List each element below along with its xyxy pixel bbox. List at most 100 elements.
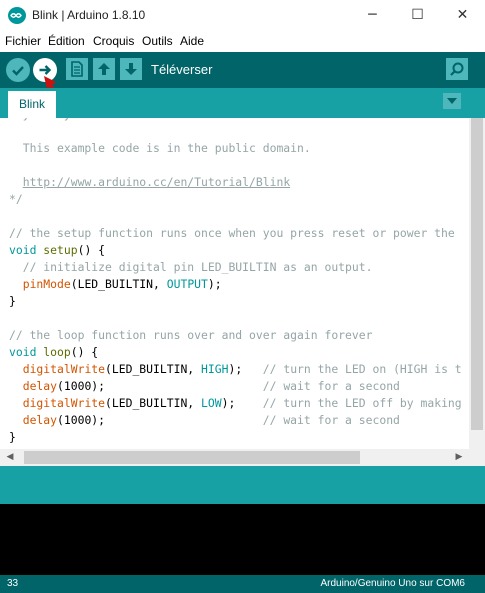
maximize-button[interactable]: ☐ bbox=[395, 0, 440, 30]
title-bar: Blink | Arduino 1.8.10 ─ ☐ ✕ bbox=[0, 0, 485, 30]
code-token: // turn the LED off by making bbox=[262, 396, 462, 410]
arduino-logo-icon bbox=[8, 7, 26, 24]
code-line: } bbox=[9, 429, 462, 446]
close-button[interactable]: ✕ bbox=[440, 0, 485, 30]
tab-bar: Blink bbox=[0, 88, 485, 118]
verify-button[interactable] bbox=[6, 58, 30, 82]
open-icon bbox=[98, 63, 110, 75]
code-line: This example code is in the public domai… bbox=[9, 140, 462, 157]
scrollbar-corner bbox=[469, 449, 485, 466]
code-line: void setup() { bbox=[9, 242, 462, 259]
code-token: // wait for a second bbox=[262, 413, 400, 427]
code-token: pinMode bbox=[22, 277, 71, 291]
code-token: setup bbox=[43, 243, 78, 257]
serial-monitor-button[interactable] bbox=[446, 58, 468, 80]
code-token: (LED_BUILTIN, bbox=[105, 396, 202, 410]
window-title: Blink | Arduino 1.8.10 bbox=[32, 8, 146, 22]
save-icon bbox=[125, 63, 137, 75]
scroll-right-arrow-icon[interactable]: ▶ bbox=[451, 449, 467, 466]
toolbar: Téléverser bbox=[0, 52, 485, 88]
code-line: delay(1000); // wait for a second bbox=[9, 412, 462, 429]
chevron-down-icon bbox=[447, 98, 457, 104]
serial-monitor-icon bbox=[450, 62, 464, 76]
vertical-scrollbar[interactable] bbox=[469, 118, 485, 449]
code-token: () { bbox=[70, 345, 99, 359]
menu-aide[interactable]: Aide bbox=[180, 34, 204, 48]
code-line: // initialize digital pin LED_BUILTIN as… bbox=[9, 259, 462, 276]
console-output bbox=[0, 504, 485, 575]
tab-menu-button[interactable] bbox=[443, 93, 461, 109]
menu-fichier[interactable]: Fichier bbox=[5, 34, 41, 48]
code-token: // the loop function runs over and over … bbox=[9, 328, 373, 342]
code-token: ); bbox=[228, 362, 263, 376]
new-icon bbox=[71, 61, 83, 77]
code-link[interactable]: http://www.arduino.cc/en/Tutorial/Blink bbox=[23, 175, 290, 189]
code-token: () { bbox=[77, 243, 106, 257]
code-token: (1000); bbox=[57, 379, 263, 393]
minimize-button[interactable]: ─ bbox=[350, 0, 395, 30]
code-token: // the setup function runs once when you… bbox=[9, 226, 455, 240]
code-token: This example code is in the public domai… bbox=[9, 141, 311, 155]
save-button[interactable] bbox=[120, 58, 142, 80]
code-text: by Colby Newman This example code is in … bbox=[9, 118, 462, 446]
code-line: // the loop function runs over and over … bbox=[9, 327, 462, 344]
code-line: // the setup function runs once when you… bbox=[9, 225, 462, 242]
open-button[interactable] bbox=[93, 58, 115, 80]
code-token: by Colby Newman bbox=[9, 118, 119, 121]
horizontal-scrollbar[interactable]: ◀ ▶ bbox=[0, 449, 469, 466]
menu-edition[interactable]: Édition bbox=[48, 34, 85, 48]
code-line: digitalWrite(LED_BUILTIN, LOW); // turn … bbox=[9, 395, 462, 412]
code-token: */ bbox=[9, 192, 23, 206]
tab-blink[interactable]: Blink bbox=[8, 91, 56, 118]
horizontal-scroll-thumb[interactable] bbox=[24, 451, 360, 464]
vertical-scroll-thumb[interactable] bbox=[471, 118, 483, 430]
code-token: OUTPUT bbox=[166, 277, 208, 291]
code-token: void bbox=[9, 345, 37, 359]
toolbar-hover-label: Téléverser bbox=[151, 62, 213, 77]
menu-outils[interactable]: Outils bbox=[142, 34, 173, 48]
new-button[interactable] bbox=[66, 58, 88, 80]
code-token: delay bbox=[22, 379, 58, 393]
board-port-label: Arduino/Genuino Uno sur COM6 bbox=[320, 578, 465, 589]
code-line: http://www.arduino.cc/en/Tutorial/Blink bbox=[9, 174, 462, 191]
code-token: } bbox=[9, 430, 16, 444]
status-bar: 33 Arduino/Genuino Uno sur COM6 bbox=[0, 575, 485, 593]
code-editor[interactable]: by Colby Newman This example code is in … bbox=[0, 118, 469, 449]
code-line: digitalWrite(LED_BUILTIN, HIGH); // turn… bbox=[9, 361, 462, 378]
code-token: // turn the LED on (HIGH is t bbox=[262, 362, 462, 376]
code-token: digitalWrite bbox=[22, 362, 106, 376]
code-token: void bbox=[9, 243, 37, 257]
code-token: (1000); bbox=[57, 413, 263, 427]
code-token: digitalWrite bbox=[22, 396, 106, 410]
code-line: void loop() { bbox=[9, 344, 462, 361]
code-token: ); bbox=[221, 396, 263, 410]
code-token: HIGH bbox=[201, 362, 229, 376]
code-line: } bbox=[9, 293, 462, 310]
code-line: pinMode(LED_BUILTIN, OUTPUT); bbox=[9, 276, 462, 293]
code-token: } bbox=[9, 294, 16, 308]
code-token: delay bbox=[22, 413, 58, 427]
code-token: // initialize digital pin LED_BUILTIN as… bbox=[9, 260, 373, 274]
code-line: delay(1000); // wait for a second bbox=[9, 378, 462, 395]
verify-icon bbox=[12, 66, 24, 76]
code-token: ); bbox=[207, 277, 222, 291]
code-token: LOW bbox=[201, 396, 222, 410]
code-line: */ bbox=[9, 191, 462, 208]
code-token: loop bbox=[43, 345, 71, 359]
code-token: (LED_BUILTIN, bbox=[70, 277, 167, 291]
editor-console-divider[interactable] bbox=[0, 466, 485, 504]
scroll-left-arrow-icon[interactable]: ◀ bbox=[2, 449, 18, 466]
menu-bar: Fichier Édition Croquis Outils Aide bbox=[0, 30, 485, 52]
menu-croquis[interactable]: Croquis bbox=[93, 34, 134, 48]
code-token: // wait for a second bbox=[262, 379, 400, 393]
